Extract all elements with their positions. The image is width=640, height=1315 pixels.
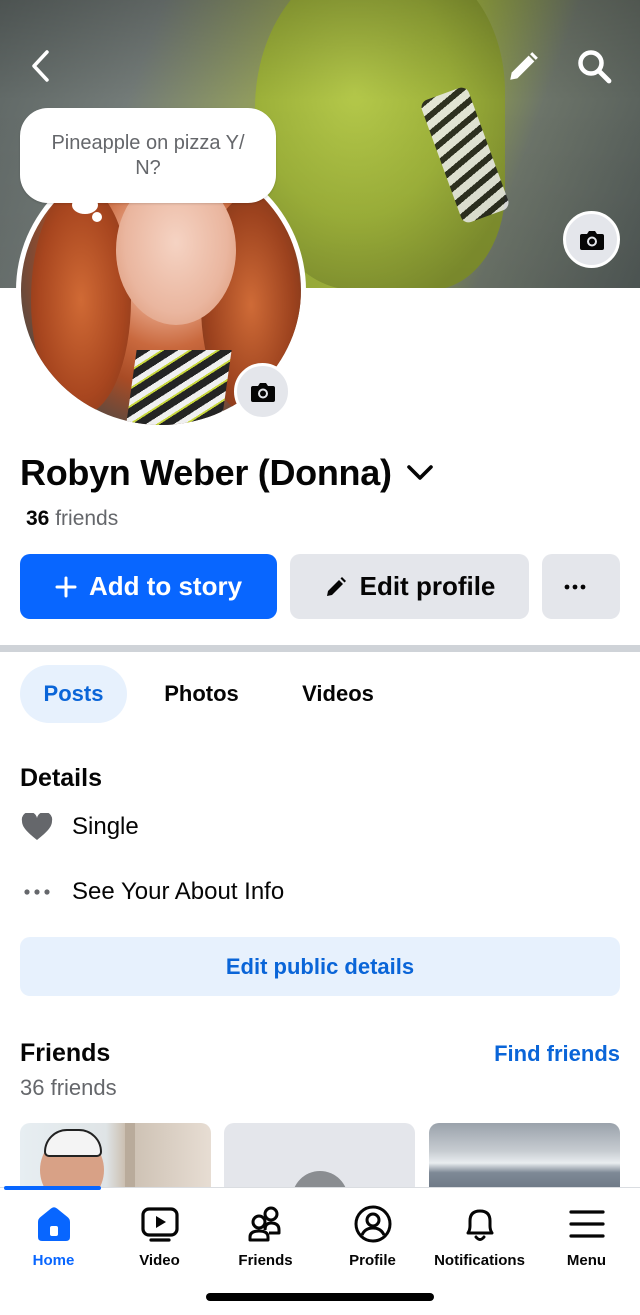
- details-heading: Details: [20, 764, 102, 792]
- menu-icon: [568, 1210, 605, 1238]
- edit-public-details-button[interactable]: Edit public details: [20, 937, 620, 996]
- friend-photo-cap: [44, 1129, 102, 1157]
- nav-profile-label: Profile: [349, 1252, 396, 1269]
- nav-profile[interactable]: Profile: [319, 1204, 426, 1269]
- see-about-info-link[interactable]: See Your About Info: [20, 878, 284, 906]
- pencil-icon: [326, 576, 346, 596]
- edit-profile-button[interactable]: Edit profile: [290, 554, 529, 619]
- friends-icon: [248, 1206, 280, 1242]
- nav-friends-label: Friends: [238, 1252, 293, 1269]
- video-icon: [140, 1207, 179, 1242]
- see-about-info-label: See Your About Info: [72, 878, 285, 905]
- nav-menu[interactable]: Menu: [533, 1204, 640, 1269]
- tab-photos[interactable]: Photos: [140, 665, 263, 723]
- pencil-icon: [510, 52, 538, 80]
- active-tab-indicator: [4, 1186, 101, 1190]
- nav-friends[interactable]: Friends: [212, 1204, 319, 1269]
- profile-camera-button[interactable]: [234, 363, 291, 420]
- section-divider: [0, 645, 640, 652]
- profile-icon: [354, 1205, 391, 1243]
- bubble-tail: [92, 212, 102, 222]
- camera-icon: [250, 382, 275, 402]
- plus-icon: [55, 576, 77, 597]
- friends-count[interactable]: 36 friends: [26, 507, 118, 531]
- nav-video-label: Video: [139, 1252, 180, 1269]
- camera-icon: [579, 230, 604, 250]
- friends-count-number: 36: [26, 507, 50, 530]
- tab-posts[interactable]: Posts: [20, 665, 127, 723]
- add-to-story-label: Add to story: [88, 571, 243, 601]
- find-friends-link[interactable]: Find friends: [494, 1041, 620, 1067]
- nav-home-label: Home: [32, 1252, 75, 1269]
- friends-subtitle: 36 friends: [20, 1075, 117, 1100]
- profile-name-row[interactable]: Robyn Weber (Donna): [20, 452, 436, 494]
- bell-icon: [466, 1209, 493, 1241]
- profile-name: Robyn Weber (Donna): [20, 452, 392, 493]
- search-button[interactable]: [572, 44, 616, 88]
- add-to-story-button[interactable]: Add to story: [20, 554, 277, 619]
- nav-home[interactable]: Home: [0, 1204, 107, 1269]
- status-bubble-text: Pineapple on pizza Y/ N?: [51, 131, 245, 179]
- back-button[interactable]: [20, 46, 60, 86]
- more-icon: [20, 889, 54, 895]
- friends-heading: Friends: [20, 1039, 111, 1067]
- avatar-hair: [31, 185, 131, 415]
- home-icon: [37, 1207, 70, 1241]
- search-icon: [578, 50, 612, 84]
- nav-menu-label: Menu: [566, 1252, 607, 1269]
- relationship-status: Single: [72, 813, 139, 840]
- avatar-collar: [125, 350, 232, 425]
- relationship-detail: Single: [20, 813, 139, 841]
- nav-notifications-label: Notifications: [434, 1252, 525, 1269]
- edit-profile-label: Edit profile: [359, 571, 496, 601]
- tab-videos[interactable]: Videos: [282, 665, 394, 723]
- chevron-left-icon: [32, 50, 49, 82]
- bubble-tail: [72, 196, 98, 214]
- heart-icon: [20, 813, 54, 841]
- nav-video[interactable]: Video: [106, 1204, 213, 1269]
- cover-camera-button[interactable]: [563, 211, 620, 268]
- home-indicator-bar[interactable]: [206, 1293, 434, 1301]
- nav-notifications[interactable]: Notifications: [426, 1204, 533, 1269]
- status-bubble[interactable]: Pineapple on pizza Y/ N?: [20, 108, 276, 203]
- more-options-button[interactable]: [542, 554, 620, 619]
- edit-cover-button[interactable]: [502, 46, 544, 88]
- chevron-down-icon[interactable]: [406, 458, 436, 488]
- friends-count-label: friends: [55, 507, 119, 530]
- more-icon: [564, 584, 586, 589]
